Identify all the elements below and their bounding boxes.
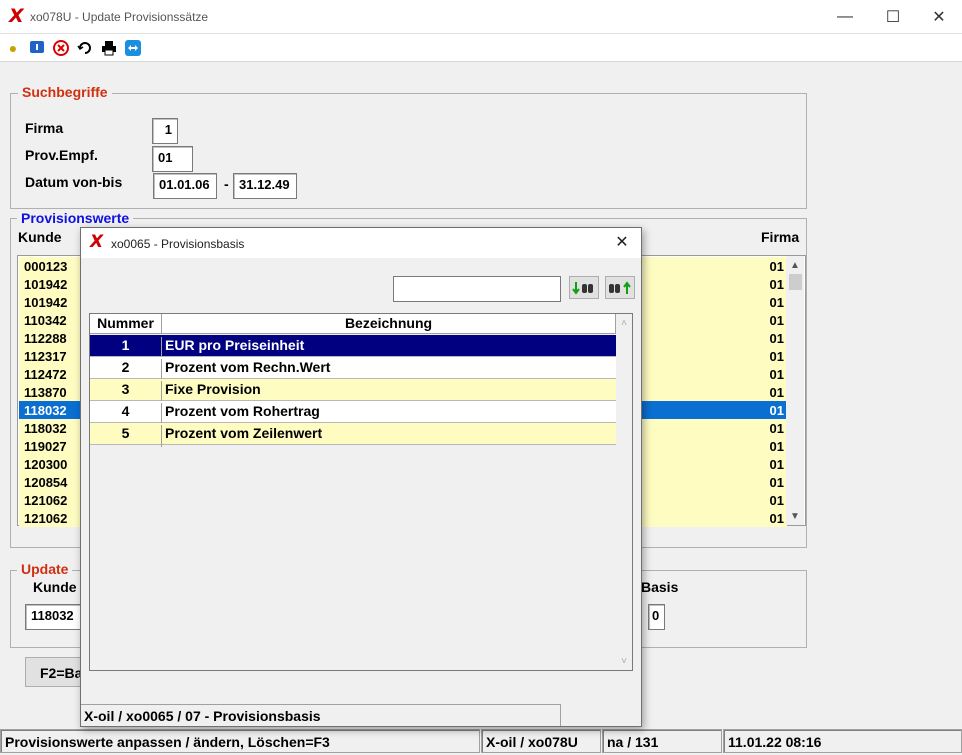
row-bezeichnung: Prozent vom Rohertrag: [165, 403, 320, 419]
list-item-kunde: 120854: [24, 475, 68, 490]
grid-scroll-up-icon[interactable]: ˄: [616, 314, 632, 332]
list-item-firma: 01: [769, 367, 784, 382]
list-item-firma: 01: [769, 385, 784, 400]
row-bezeichnung: EUR pro Preiseinheit: [165, 337, 305, 353]
list-item-kunde: 112288: [24, 331, 67, 346]
row-bezeichnung: Fixe Provision: [165, 381, 261, 397]
list-item-firma: 01: [769, 493, 784, 508]
list-item-kunde: 121062: [24, 511, 68, 526]
grid-scroll-down-icon[interactable]: ˅: [616, 652, 632, 670]
update-kunde-field[interactable]: 118032: [25, 604, 85, 630]
row-bezeichnung: Prozent vom Rechn.Wert: [165, 359, 331, 375]
list-item-firma: 01: [769, 457, 784, 472]
datum-label: Datum von-bis: [25, 174, 123, 190]
search-down-button[interactable]: [569, 276, 599, 299]
provisionsbasis-grid: Nummer Bezeichnung 1 EUR pro Preiseinheit…: [89, 313, 633, 671]
row-nummer: 2: [90, 359, 162, 381]
list-item-firma: 01: [769, 421, 784, 436]
update-legend: Update: [17, 561, 73, 577]
column-header-firma: Firma: [761, 229, 800, 245]
datum-separator: -: [224, 176, 229, 192]
list-item-firma: 01: [769, 349, 784, 364]
list-item-kunde: 101942: [24, 295, 68, 310]
firma-label: Firma: [25, 120, 64, 136]
dialog-status: X-oil / xo0065 / 07 - Provisionsbasis: [81, 704, 561, 726]
close-button[interactable]: ✕: [916, 0, 962, 34]
list-item-kunde: 120300: [24, 457, 68, 472]
provisionswerte-legend: Provisionswerte: [17, 210, 134, 226]
app-logo-icon: X: [9, 5, 24, 27]
list-scrollbar[interactable]: ▲ ▼: [786, 256, 804, 525]
list-item-firma: 01: [769, 295, 784, 310]
list-item-firma: 01: [769, 331, 784, 346]
column-header-bezeichnung[interactable]: Bezeichnung: [162, 314, 616, 334]
list-item-kunde: 112317: [24, 349, 67, 364]
row-nummer: 3: [90, 381, 162, 403]
window-title: xo078U - Update Provisionssätze: [30, 10, 209, 24]
provempf-field[interactable]: 01: [152, 146, 193, 172]
status-record: na / 131: [602, 729, 722, 753]
lightbulb-icon[interactable]: ●: [4, 39, 22, 57]
table-row[interactable]: 3 Fixe Provision: [90, 379, 616, 403]
table-row[interactable]: 4 Prozent vom Rohertrag: [90, 401, 616, 425]
list-item-firma: 01: [769, 313, 784, 328]
print-icon[interactable]: [100, 39, 118, 57]
update-kunde-label: Kunde: [33, 579, 77, 595]
list-item-firma: 01: [769, 259, 784, 274]
dialog-title-bar: X xo0065 - Provisionsbasis ✕: [81, 228, 641, 258]
scroll-down-icon[interactable]: ▼: [786, 507, 804, 525]
row-nummer: 5: [90, 425, 162, 447]
grid-scrollbar[interactable]: ˄ ˅: [616, 314, 632, 670]
search-up-button[interactable]: [605, 276, 635, 299]
list-item-kunde: 110342: [24, 313, 67, 328]
dialog-close-button[interactable]: ✕: [611, 232, 633, 254]
list-item-kunde: 113870: [24, 385, 67, 400]
teamviewer-icon[interactable]: [124, 39, 142, 57]
list-item-kunde: 101942: [24, 277, 68, 292]
list-item-firma: 01: [769, 475, 784, 490]
dialog-title: xo0065 - Provisionsbasis: [111, 237, 245, 251]
toolbar: ●: [0, 34, 962, 62]
row-nummer: 1: [90, 337, 162, 359]
update-basis-field[interactable]: 0: [648, 604, 665, 630]
list-item-firma: 01: [769, 439, 784, 454]
cancel-icon[interactable]: [52, 39, 70, 57]
firma-field[interactable]: 1: [152, 118, 178, 144]
list-item-firma: 01: [769, 403, 784, 418]
list-item-kunde: 000123: [24, 259, 68, 274]
info-icon[interactable]: [28, 39, 46, 57]
scroll-thumb[interactable]: [789, 274, 802, 290]
status-message: Provisionswerte anpassen / ändern, Lösch…: [0, 729, 480, 753]
provempf-label: Prov.Empf.: [25, 147, 98, 163]
dialog-search-input[interactable]: [393, 276, 561, 302]
status-program: X-oil / xo078U: [481, 729, 601, 753]
table-row[interactable]: 2 Prozent vom Rechn.Wert: [90, 357, 616, 381]
list-item-kunde: 118032: [24, 421, 67, 436]
search-legend: Suchbegriffe: [18, 84, 112, 100]
list-item-kunde: 121062: [24, 493, 68, 508]
list-item-kunde: 119027: [24, 439, 67, 454]
datum-to-field[interactable]: 31.12.49: [233, 173, 297, 199]
row-nummer: 4: [90, 403, 162, 425]
datum-from-field[interactable]: 01.01.06: [153, 173, 217, 199]
maximize-button[interactable]: ☐: [870, 0, 916, 34]
status-datetime: 11.01.22 08:16: [723, 729, 962, 753]
list-item-kunde: 118032: [24, 403, 67, 418]
minimize-button[interactable]: —: [822, 0, 868, 34]
list-item-firma: 01: [769, 277, 784, 292]
refresh-icon[interactable]: [76, 39, 94, 57]
title-bar: X xo078U - Update Provisionssätze — ☐ ✕: [0, 0, 962, 34]
search-group: [10, 93, 807, 209]
table-row[interactable]: 1 EUR pro Preiseinheit: [90, 335, 616, 359]
list-item-kunde: 112472: [24, 367, 67, 382]
provisionsbasis-dialog: X xo0065 - Provisionsbasis ✕ Nummer Beze…: [80, 227, 642, 727]
column-header-kunde: Kunde: [18, 229, 62, 245]
table-row[interactable]: 5 Prozent vom Zeilenwert: [90, 423, 616, 447]
scroll-up-icon[interactable]: ▲: [786, 256, 804, 274]
update-basis-label: Basis: [641, 579, 679, 595]
column-header-nummer[interactable]: Nummer: [90, 314, 162, 334]
dialog-logo-icon: X: [90, 232, 104, 252]
list-item-firma: 01: [769, 511, 784, 526]
row-bezeichnung: Prozent vom Zeilenwert: [165, 425, 323, 441]
